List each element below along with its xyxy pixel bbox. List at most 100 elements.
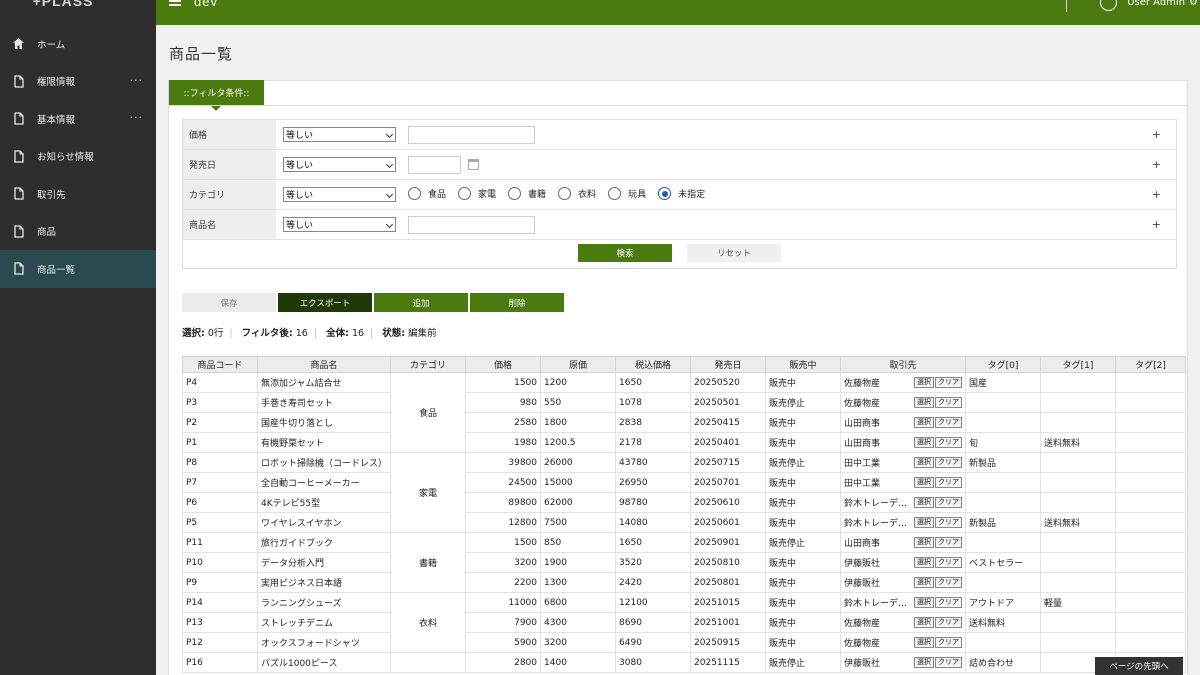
- select-partner-button[interactable]: 選択: [914, 597, 935, 608]
- sidebar-item[interactable]: 商品一覧: [0, 250, 156, 288]
- product-name-cell[interactable]: ロボット掃除機（コードレス）: [256, 452, 392, 473]
- tag-cell[interactable]: [965, 472, 1042, 493]
- cost-cell[interactable]: 15000: [540, 472, 617, 493]
- tax-price-cell[interactable]: 1078: [615, 392, 692, 413]
- tax-price-cell[interactable]: 2838: [615, 412, 692, 433]
- select-partner-button[interactable]: 選択: [914, 437, 935, 448]
- product-code-cell[interactable]: P14: [182, 592, 258, 613]
- clear-partner-button[interactable]: クリア: [935, 637, 963, 648]
- category-radio[interactable]: 書籍: [508, 187, 546, 200]
- column-header[interactable]: タグ[2]: [1115, 356, 1187, 373]
- select-partner-button[interactable]: 選択: [914, 637, 935, 648]
- cost-cell[interactable]: 6800: [540, 592, 617, 613]
- select-partner-button[interactable]: 選択: [914, 497, 935, 508]
- tag-cell[interactable]: [965, 572, 1042, 593]
- release-date-cell[interactable]: 20251015: [690, 592, 767, 613]
- price-cell[interactable]: 12800: [465, 512, 542, 533]
- add-condition-button[interactable]: +: [1152, 128, 1161, 141]
- sales-status-cell[interactable]: 販売停止: [765, 392, 842, 413]
- tag-cell[interactable]: [965, 392, 1042, 413]
- product-name-cell[interactable]: 国産牛切り落とし: [256, 412, 392, 433]
- sales-status-cell[interactable]: 販売中: [765, 432, 842, 453]
- cost-cell[interactable]: 3200: [540, 632, 617, 653]
- product-code-cell[interactable]: P10: [182, 552, 258, 573]
- tag-cell[interactable]: [1040, 632, 1117, 653]
- product-name-cell[interactable]: データ分析入門: [256, 552, 392, 573]
- table-row[interactable]: P6 4Kテレビ55型 89800 62000 98780 20250610 販売中 鈴木トレ…: [182, 492, 1187, 513]
- column-header[interactable]: 商品名: [256, 356, 392, 373]
- table-row[interactable]: P5 ワイヤレスイヤホン 12800 7500 14080 20250601 販売中 鈴木トレ…: [182, 512, 1187, 533]
- column-header[interactable]: 価格: [465, 356, 542, 373]
- price-cell[interactable]: 1500: [465, 372, 542, 393]
- select-partner-button[interactable]: 選択: [914, 617, 935, 628]
- tag-cell[interactable]: [1040, 552, 1117, 573]
- select-partner-button[interactable]: 選択: [914, 397, 935, 408]
- search-button[interactable]: 検索: [578, 244, 672, 262]
- release-date-cell[interactable]: 20250610: [690, 492, 767, 513]
- column-header[interactable]: 販売中: [765, 356, 842, 373]
- product-name-cell[interactable]: 無添加ジャム詰合せ: [256, 372, 392, 393]
- tax-price-cell[interactable]: 1650: [615, 532, 692, 553]
- cost-cell[interactable]: 1800: [540, 412, 617, 433]
- product-name-cell[interactable]: 全自動コーヒーメーカー: [256, 472, 392, 493]
- save-button[interactable]: 保存: [182, 293, 276, 312]
- cost-cell[interactable]: 26000: [540, 452, 617, 473]
- table-row[interactable]: P1 有機野菜セット 1980 1200.5 2178 20250401 販売中 山田商事 選択…: [182, 432, 1187, 453]
- price-cell[interactable]: 3200: [465, 552, 542, 573]
- sales-status-cell[interactable]: 販売中: [765, 372, 842, 393]
- tag-cell[interactable]: 新製品: [965, 452, 1042, 473]
- tag-cell[interactable]: [1040, 372, 1117, 393]
- product-code-cell[interactable]: P3: [182, 392, 258, 413]
- table-row[interactable]: P12 オックスフォードシャツ 5900 3200 6490 20250915 販売中 佐藤物…: [182, 632, 1187, 653]
- sales-status-cell[interactable]: 販売中: [765, 472, 842, 493]
- product-name-cell[interactable]: 実用ビジネス日本語: [256, 572, 392, 593]
- category-cell[interactable]: 家電: [390, 452, 467, 533]
- clear-partner-button[interactable]: クリア: [935, 497, 963, 508]
- tag-cell[interactable]: [1040, 392, 1117, 413]
- category-cell[interactable]: 食品: [390, 372, 467, 453]
- product-code-cell[interactable]: P9: [182, 572, 258, 593]
- more-options-icon[interactable]: ···: [130, 74, 144, 87]
- clear-partner-button[interactable]: クリア: [935, 597, 963, 608]
- tax-price-cell[interactable]: 26950: [615, 472, 692, 493]
- category-cell[interactable]: [390, 652, 467, 673]
- release-date-cell[interactable]: 20250401: [690, 432, 767, 453]
- select-partner-button[interactable]: 選択: [914, 477, 935, 488]
- category-radio[interactable]: 玩具: [608, 187, 646, 200]
- product-code-cell[interactable]: P11: [182, 532, 258, 553]
- tag-cell[interactable]: [1115, 392, 1187, 413]
- select-partner-button[interactable]: 選択: [914, 557, 935, 568]
- sales-status-cell[interactable]: 販売中: [765, 592, 842, 613]
- product-code-cell[interactable]: P4: [182, 372, 258, 393]
- tag-cell[interactable]: [1115, 532, 1187, 553]
- product-name-cell[interactable]: ワイヤレスイヤホン: [256, 512, 392, 533]
- column-header[interactable]: 取引先: [840, 356, 967, 373]
- release-date-cell[interactable]: 20250601: [690, 512, 767, 533]
- export-button[interactable]: エクスポート: [278, 293, 372, 312]
- price-operator-select[interactable]: 等しい: [283, 127, 396, 142]
- product-code-cell[interactable]: P7: [182, 472, 258, 493]
- category-cell[interactable]: 書籍: [390, 532, 467, 593]
- sidebar-item[interactable]: 商品: [0, 213, 156, 251]
- table-row[interactable]: P13 ストレッチデニム 7900 4300 8690 20251001 販売中 佐藤物産 選択…: [182, 612, 1187, 633]
- sidebar-item[interactable]: 基本情報 ···: [0, 100, 156, 138]
- clear-partner-button[interactable]: クリア: [935, 397, 963, 408]
- table-row[interactable]: P10 データ分析入門 3200 1900 3520 20250810 販売中 伊藤販社 選択ク…: [182, 552, 1187, 573]
- cost-cell[interactable]: 850: [540, 532, 617, 553]
- price-cell[interactable]: 1500: [465, 532, 542, 553]
- delete-button[interactable]: 削除: [470, 293, 564, 312]
- tag-cell[interactable]: [1115, 432, 1187, 453]
- tag-cell[interactable]: [1115, 552, 1187, 573]
- clear-partner-button[interactable]: クリア: [935, 457, 963, 468]
- tag-cell[interactable]: [965, 412, 1042, 433]
- release-date-cell[interactable]: 20251115: [690, 652, 767, 673]
- tag-cell[interactable]: 詰め合わせ: [965, 652, 1042, 673]
- release-date-cell[interactable]: 20250801: [690, 572, 767, 593]
- cost-cell[interactable]: 7500: [540, 512, 617, 533]
- hamburger-menu-icon[interactable]: [169, 0, 181, 8]
- tax-price-cell[interactable]: 2178: [615, 432, 692, 453]
- cost-cell[interactable]: 62000: [540, 492, 617, 513]
- release-date-cell[interactable]: 20250901: [690, 532, 767, 553]
- tag-cell[interactable]: [1040, 612, 1117, 633]
- product-code-cell[interactable]: P1: [182, 432, 258, 453]
